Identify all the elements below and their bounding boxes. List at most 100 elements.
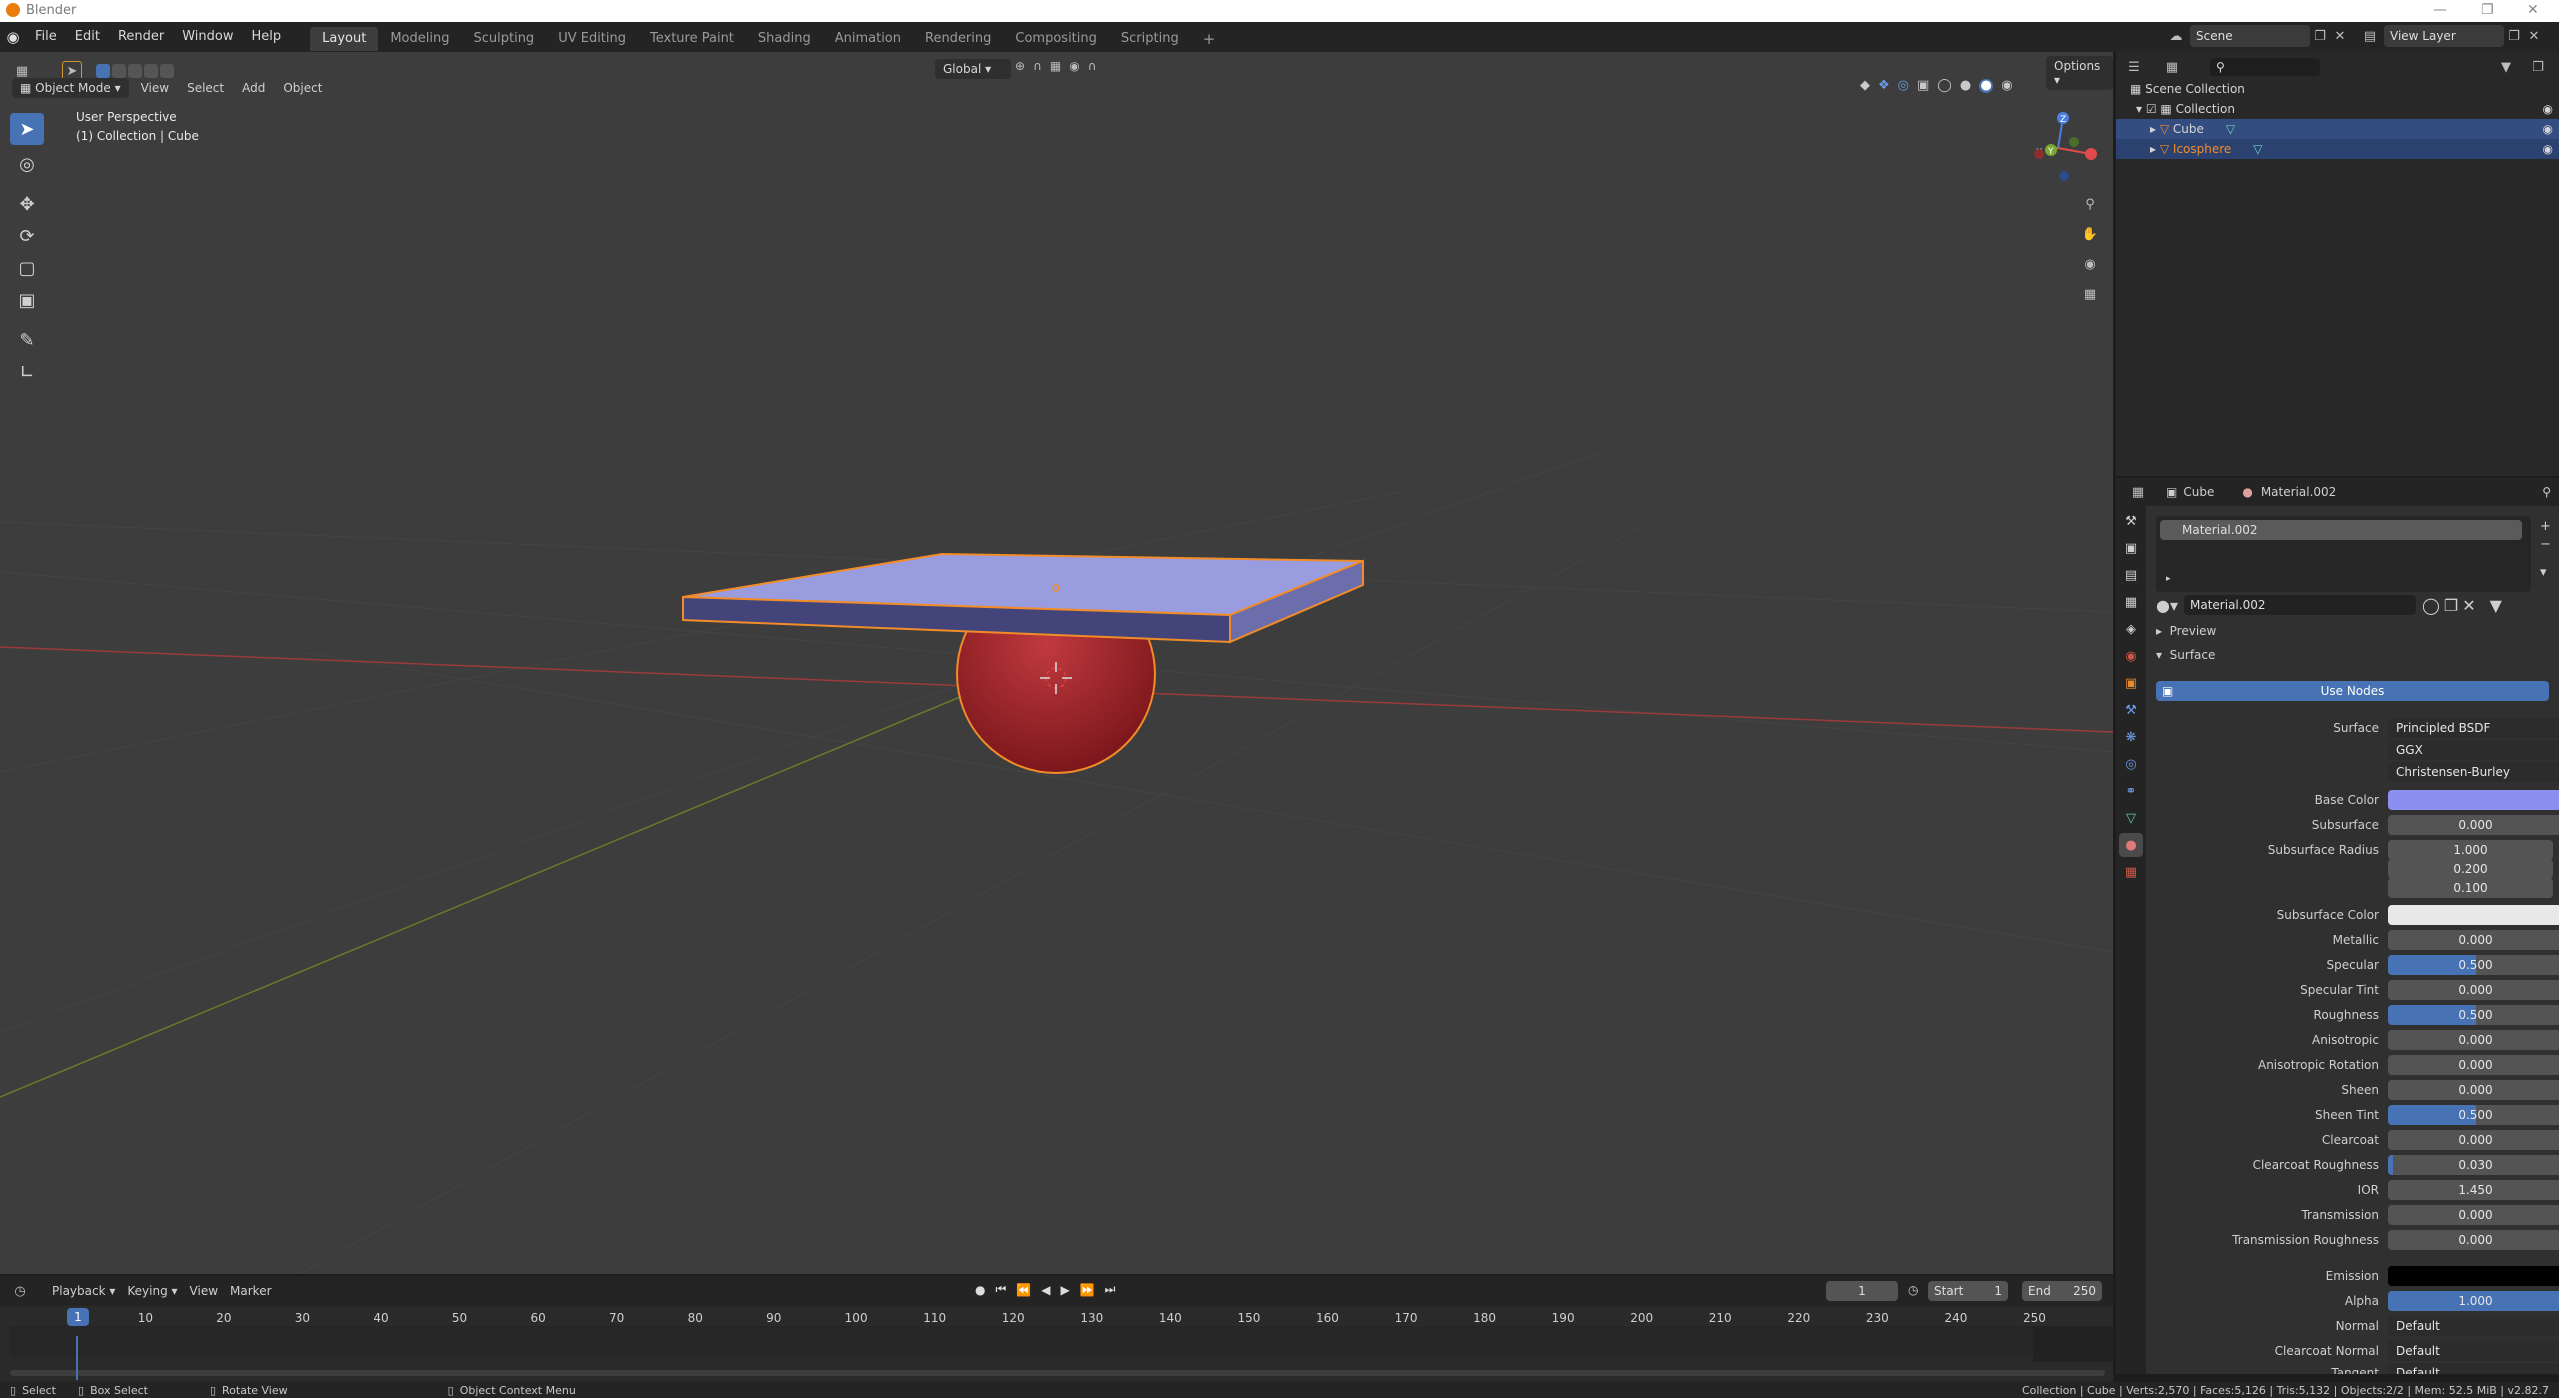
- menu-file[interactable]: File: [26, 22, 66, 52]
- snap-magnet-icon[interactable]: ∩: [1033, 59, 1042, 73]
- tab-scripting[interactable]: Scripting: [1109, 27, 1191, 51]
- use-nodes-button[interactable]: ▣ Use Nodes: [2156, 681, 2549, 701]
- viewport-menu-view[interactable]: View: [135, 78, 175, 98]
- start-frame-field[interactable]: Start 1: [1928, 1281, 2008, 1301]
- proportional-falloff-icon[interactable]: ∩: [1088, 59, 1097, 73]
- tool-tab-icon[interactable]: ⚒: [2119, 509, 2143, 533]
- camera-view-icon[interactable]: ◉: [2080, 254, 2100, 274]
- remove-slot-icon[interactable]: −: [2540, 536, 2551, 554]
- jump-end-icon[interactable]: ⏭: [1105, 1282, 1116, 1297]
- box-select-subtract-icon[interactable]: [128, 64, 142, 78]
- gizmo-neg-y[interactable]: [2069, 137, 2079, 147]
- options-dropdown[interactable]: Options ▾: [2046, 56, 2113, 90]
- outliner-item-cube[interactable]: ▸ ▽ Cube ▽ ◉: [2116, 119, 2559, 139]
- output-tab-icon[interactable]: ▤: [2119, 563, 2143, 587]
- viewport-menu-select[interactable]: Select: [181, 78, 230, 98]
- new-collection-icon[interactable]: ❐: [2528, 57, 2548, 77]
- delete-scene-icon[interactable]: ✕: [2330, 26, 2350, 46]
- timeline-menu-view[interactable]: View: [190, 1284, 218, 1298]
- tab-compositing[interactable]: Compositing: [1003, 27, 1109, 51]
- wireframe-shading-icon[interactable]: ◯: [1937, 78, 1952, 93]
- jump-start-icon[interactable]: ⏮: [995, 1282, 1006, 1297]
- box-select-new-icon[interactable]: [96, 64, 110, 78]
- timeline-menu-marker[interactable]: Marker: [230, 1284, 271, 1298]
- param-slider[interactable]: 1.450: [2388, 1180, 2559, 1200]
- constraints-tab-icon[interactable]: ⚭: [2119, 779, 2143, 803]
- outliner-scene-collection[interactable]: ▦ Scene Collection: [2116, 79, 2559, 99]
- gizmo-neg-z[interactable]: [2059, 171, 2069, 181]
- move-tool-icon[interactable]: ✥: [10, 188, 44, 220]
- playhead-line[interactable]: [76, 1336, 78, 1380]
- view-layer-tab-icon[interactable]: ▦: [2119, 590, 2143, 614]
- current-frame-field[interactable]: 1: [1826, 1281, 1898, 1301]
- new-view-layer-icon[interactable]: ❐: [2504, 26, 2524, 46]
- distribution-dropdown[interactable]: GGX: [2388, 740, 2559, 760]
- properties-editor-icon[interactable]: ▦: [2128, 482, 2148, 502]
- eye-icon[interactable]: ◉: [2543, 142, 2553, 156]
- prev-keyframe-icon[interactable]: ⏪: [1016, 1283, 1031, 1297]
- subsurface-radius-z[interactable]: 0.100: [2388, 878, 2553, 898]
- material-browse-icon[interactable]: ●▾: [2156, 596, 2178, 615]
- scale-tool-icon[interactable]: ▢: [10, 252, 44, 284]
- material-tab-icon[interactable]: ●: [2119, 833, 2143, 857]
- slot-expand-icon[interactable]: ▸: [2166, 574, 2171, 584]
- tab-rendering[interactable]: Rendering: [913, 27, 1003, 51]
- gizmo-toggle-icon[interactable]: ❖: [1878, 78, 1890, 93]
- delete-view-layer-icon[interactable]: ✕: [2524, 26, 2544, 46]
- tab-layout[interactable]: Layout: [310, 26, 379, 51]
- pin-icon[interactable]: ⚲: [2542, 485, 2551, 499]
- record-icon[interactable]: ●: [975, 1283, 985, 1297]
- visibility-icon[interactable]: ◆: [1860, 78, 1870, 93]
- pivot-icon[interactable]: ⊕: [1015, 59, 1025, 73]
- emission-color-swatch[interactable]: [2388, 1266, 2559, 1286]
- scene-icon[interactable]: ☁: [2166, 26, 2186, 46]
- timeline-editor-icon[interactable]: ◷: [10, 1281, 30, 1301]
- blender-menu-icon[interactable]: ◉: [0, 28, 26, 46]
- param-slider[interactable]: 0.000: [2388, 1230, 2559, 1250]
- outliner-search-input[interactable]: ⚲: [2210, 58, 2320, 76]
- world-tab-icon[interactable]: ◉: [2119, 644, 2143, 668]
- data-tab-icon[interactable]: ▽: [2119, 806, 2143, 830]
- snap-target-icon[interactable]: ▦: [1050, 59, 1061, 73]
- outliner-collection[interactable]: ▾ ☑ ▦ Collection ◉: [2116, 99, 2559, 119]
- gizmo-x-axis[interactable]: [2085, 148, 2097, 160]
- subsurface-radius-x[interactable]: 1.000: [2388, 840, 2553, 860]
- param-slider[interactable]: 0.000: [2388, 1130, 2559, 1150]
- normal-field[interactable]: Default: [2388, 1316, 2559, 1336]
- param-slider[interactable]: 0.500: [2388, 955, 2559, 975]
- add-slot-icon[interactable]: +: [2540, 518, 2551, 536]
- render-tab-icon[interactable]: ▣: [2119, 536, 2143, 560]
- param-slider[interactable]: 0.000: [2388, 930, 2559, 950]
- rendered-shading-icon[interactable]: ◉: [2001, 78, 2012, 93]
- material-slot-item[interactable]: Material.002: [2160, 520, 2522, 540]
- subsurface-method-dropdown[interactable]: Christensen-Burley: [2388, 762, 2559, 782]
- timeline-menu-playback[interactable]: Playback ▾: [52, 1284, 115, 1298]
- eye-icon[interactable]: ◉: [2543, 122, 2553, 136]
- surface-shader-field[interactable]: Principled BSDF: [2388, 718, 2559, 738]
- 3d-viewport[interactable]: ▦ ➤ Global ▾ ⊕ ∩ ▦ ◉ ∩ Options ▾ ▦ Objec…: [0, 52, 2113, 1274]
- tab-uv-editing[interactable]: UV Editing: [546, 27, 638, 51]
- timeline-scrollbar[interactable]: [10, 1370, 2105, 1376]
- material-filter-icon[interactable]: ▼: [2490, 596, 2502, 615]
- tab-animation[interactable]: Animation: [823, 27, 913, 51]
- surface-panel-header[interactable]: ▾ Surface: [2156, 648, 2215, 662]
- display-mode-icon[interactable]: ▦: [2162, 57, 2182, 77]
- slot-menu-icon[interactable]: ▾: [2540, 564, 2551, 582]
- modifier-tab-icon[interactable]: ⚒: [2119, 698, 2143, 722]
- tab-texture-paint[interactable]: Texture Paint: [638, 27, 746, 51]
- navigation-gizmo[interactable]: Z X Y: [2018, 108, 2098, 188]
- orientation-dropdown[interactable]: Global ▾: [935, 59, 1011, 79]
- scene-tab-icon[interactable]: ◈: [2119, 617, 2143, 641]
- rotate-tool-icon[interactable]: ⟳: [10, 220, 44, 252]
- solid-shading-icon[interactable]: ●: [1960, 78, 1971, 93]
- param-slider[interactable]: 0.000: [2388, 980, 2559, 1000]
- cube-object[interactable]: [682, 552, 1364, 644]
- particles-tab-icon[interactable]: ❋: [2119, 725, 2143, 749]
- xray-icon[interactable]: ▣: [1917, 78, 1929, 93]
- new-scene-icon[interactable]: ❐: [2310, 26, 2330, 46]
- texture-tab-icon[interactable]: ▦: [2119, 860, 2143, 884]
- breadcrumb-material[interactable]: Material.002: [2261, 485, 2336, 499]
- preview-range-icon[interactable]: ◷: [1908, 1283, 1918, 1297]
- viewport-menu-object[interactable]: Object: [277, 78, 328, 98]
- minimize-icon[interactable]: —: [2433, 2, 2447, 18]
